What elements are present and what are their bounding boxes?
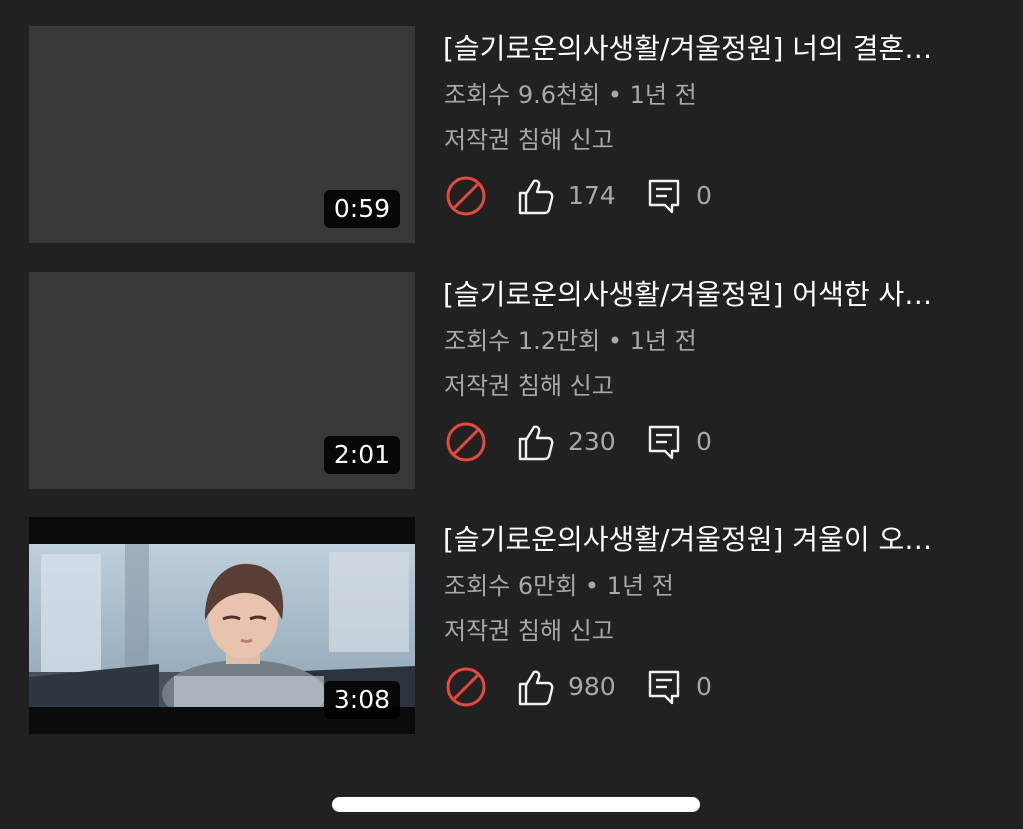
comment-count: 0 <box>696 672 712 701</box>
video-actions: 174 0 <box>444 174 744 218</box>
comment-icon[interactable] <box>642 174 686 218</box>
blocked-icon[interactable] <box>444 174 488 218</box>
video-thumbnail[interactable]: 0:59 <box>29 26 415 243</box>
comment-count: 0 <box>696 181 712 210</box>
comment-icon[interactable] <box>642 420 686 464</box>
video-title[interactable]: [슬기로운의사생활/겨울정원] 너의 결혼… <box>443 30 993 68</box>
home-indicator[interactable] <box>332 797 700 812</box>
thumb-up-icon[interactable] <box>514 420 558 464</box>
copyright-report-notice: 저작권 침해 신고 <box>444 617 614 645</box>
video-thumbnail[interactable]: 3:08 <box>29 517 415 734</box>
like-count: 174 <box>568 181 616 210</box>
thumb-up-icon[interactable] <box>514 174 558 218</box>
video-title[interactable]: [슬기로운의사생활/겨울정원] 어색한 사… <box>443 276 993 314</box>
blocked-icon[interactable] <box>444 665 488 709</box>
thumb-up-icon[interactable] <box>514 665 558 709</box>
video-meta: 조회수 1.2만회 • 1년 전 <box>444 327 697 355</box>
video-title[interactable]: [슬기로운의사생활/겨울정원] 겨울이 오… <box>443 521 993 559</box>
video-duration: 0:59 <box>323 190 400 228</box>
like-count: 980 <box>568 672 616 701</box>
video-list-item[interactable]: 3:08 [슬기로운의사생활/겨울정원] 겨울이 오… 조회수 6만회 • 1년… <box>0 517 1023 735</box>
video-meta: 조회수 6만회 • 1년 전 <box>444 572 674 600</box>
video-actions: 980 0 <box>444 665 744 709</box>
video-list-screen: 0:59 [슬기로운의사생활/겨울정원] 너의 결혼… 조회수 9.6천회 • … <box>0 0 1023 829</box>
video-meta: 조회수 9.6천회 • 1년 전 <box>444 81 697 109</box>
blocked-icon[interactable] <box>444 420 488 464</box>
comment-count: 0 <box>696 427 712 456</box>
video-duration: 3:08 <box>323 681 400 719</box>
comment-icon[interactable] <box>642 665 686 709</box>
copyright-report-notice: 저작권 침해 신고 <box>444 372 614 400</box>
video-list-item[interactable]: 0:59 [슬기로운의사생활/겨울정원] 너의 결혼… 조회수 9.6천회 • … <box>0 26 1023 244</box>
video-duration: 2:01 <box>323 436 400 474</box>
copyright-report-notice: 저작권 침해 신고 <box>444 126 614 154</box>
video-list-item[interactable]: 2:01 [슬기로운의사생활/겨울정원] 어색한 사… 조회수 1.2만회 • … <box>0 272 1023 490</box>
like-count: 230 <box>568 427 616 456</box>
video-thumbnail[interactable]: 2:01 <box>29 272 415 489</box>
video-actions: 230 0 <box>444 420 744 464</box>
